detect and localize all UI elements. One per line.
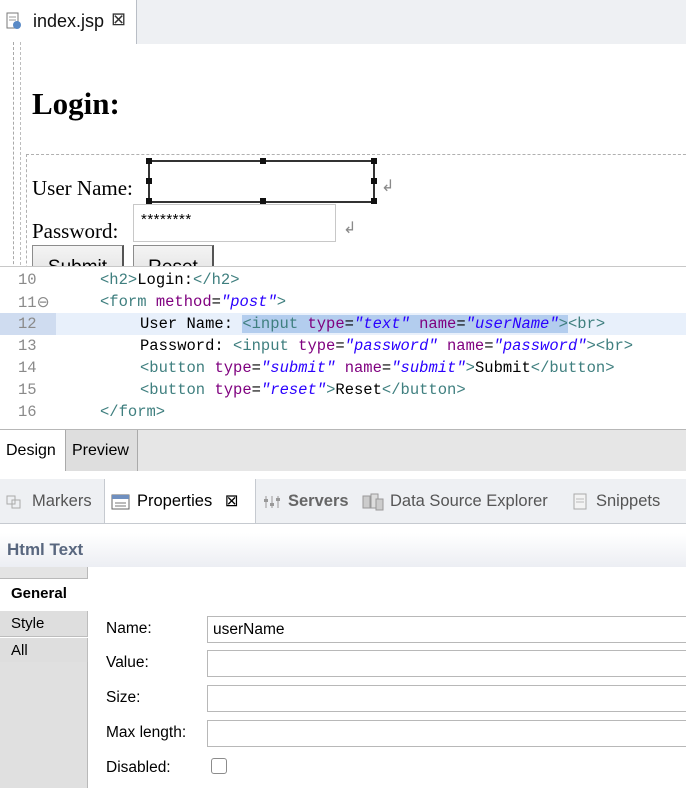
size-field[interactable]	[207, 685, 686, 712]
username-input[interactable]	[146, 158, 377, 204]
editor-tab-label: index.jsp	[33, 11, 105, 31]
section-style[interactable]: Style	[0, 611, 88, 637]
code-text: </form>	[100, 403, 166, 421]
resize-handle[interactable]	[146, 178, 152, 184]
username-label: User Name:	[32, 176, 133, 200]
resize-handle[interactable]	[371, 178, 377, 184]
editor-mode-tabs: Design Preview	[0, 429, 686, 473]
source-line: 13 Password: <input type="password" name…	[0, 335, 686, 357]
section-general[interactable]: General	[0, 581, 88, 607]
resize-handle[interactable]	[371, 198, 377, 204]
design-canvas: Login: User Name: ↲ Password: ******** ↲…	[0, 42, 686, 304]
views-panel: Markers Properties ⊠ Servers Data Source…	[0, 471, 686, 788]
line-number[interactable]: 11⊖	[18, 293, 50, 312]
login-heading: Login:	[32, 86, 120, 121]
password-value: ********	[141, 211, 192, 228]
tab-properties-label: Properties	[137, 492, 213, 510]
properties-section-list: General Style All	[0, 567, 88, 788]
code-text: <button type="submit" name="submit">Subm…	[140, 359, 615, 377]
tab-servers-label: Servers	[288, 492, 349, 510]
servers-icon	[264, 495, 280, 508]
source-line: 10 <h2>Login:</h2>	[0, 269, 686, 291]
editor-tab-bar: index.jsp ⊠	[0, 0, 686, 45]
source-line: 15 <button type="reset">Reset</button>	[0, 379, 686, 401]
section-list-top	[0, 567, 88, 579]
resize-handle[interactable]	[260, 158, 266, 164]
view-tab-bar: Markers Properties ⊠ Servers Data Source…	[0, 479, 686, 524]
line-number: 15	[18, 381, 37, 399]
close-icon[interactable]: ⊠	[225, 492, 239, 510]
code-text: Password: <input type="password" name="p…	[140, 337, 634, 355]
properties-title: Html Text	[7, 540, 84, 559]
line-number: 13	[18, 337, 37, 355]
tab-servers[interactable]: Servers	[262, 479, 349, 523]
tab-data-source-explorer[interactable]: Data Source Explorer	[362, 479, 548, 523]
line-break-icon: ↲	[381, 178, 395, 195]
disabled-checkbox[interactable]	[211, 758, 227, 774]
code-text: User Name: <input type="text" name="user…	[140, 315, 606, 333]
max-length-field[interactable]	[207, 720, 686, 747]
source-line-current: 12 User Name: <input type="text" name="u…	[0, 313, 686, 335]
properties-icon	[111, 494, 130, 510]
value-label: Value:	[106, 654, 149, 671]
line-break-icon: ↲	[343, 220, 357, 237]
database-icon	[362, 493, 384, 511]
section-list-fill	[0, 662, 88, 788]
password-input[interactable]: ********	[133, 204, 336, 242]
tab-design[interactable]: Design	[0, 430, 66, 472]
code-text: <form method="post">	[100, 293, 287, 311]
resize-handle[interactable]	[146, 158, 152, 164]
password-label: Password:	[32, 219, 119, 243]
source-line: 16 </form>	[0, 401, 686, 423]
name-label: Name:	[106, 620, 152, 637]
line-number: 12	[18, 315, 37, 333]
editor-tab-index-jsp[interactable]: index.jsp ⊠	[0, 0, 137, 44]
tab-markers[interactable]: Markers	[6, 479, 92, 523]
line-number: 14	[18, 359, 37, 377]
snippets-icon	[573, 493, 587, 510]
value-field[interactable]	[207, 650, 686, 677]
size-label: Size:	[106, 689, 141, 706]
tab-preview[interactable]: Preview	[66, 430, 138, 472]
code-text: <h2>Login:</h2>	[100, 271, 240, 289]
section-all[interactable]: All	[0, 638, 88, 664]
source-line: 11⊖ <form method="post">	[0, 291, 686, 313]
source-editor[interactable]: 10 <h2>Login:</h2> 11⊖ <form method="pos…	[0, 266, 686, 427]
line-number: 16	[18, 403, 37, 421]
tab-markers-label: Markers	[32, 492, 92, 510]
properties-title-bar: Html Text	[0, 533, 686, 567]
markers-icon	[6, 495, 21, 509]
tab-properties[interactable]: Properties ⊠	[104, 479, 256, 523]
close-icon[interactable]: ⊠	[111, 9, 126, 30]
tab-snippets[interactable]: Snippets	[572, 479, 660, 523]
resize-handle[interactable]	[371, 158, 377, 164]
jsp-file-icon	[6, 12, 21, 29]
source-line: 14 <button type="submit" name="submit">S…	[0, 357, 686, 379]
line-number: 10	[18, 271, 37, 289]
max-length-label: Max length:	[106, 724, 187, 741]
disabled-label: Disabled:	[106, 759, 171, 776]
name-field[interactable]: userName	[207, 616, 686, 643]
code-text: <button type="reset">Reset</button>	[140, 381, 466, 399]
tab-snippets-label: Snippets	[596, 492, 661, 510]
tab-data-source-explorer-label: Data Source Explorer	[390, 492, 548, 510]
